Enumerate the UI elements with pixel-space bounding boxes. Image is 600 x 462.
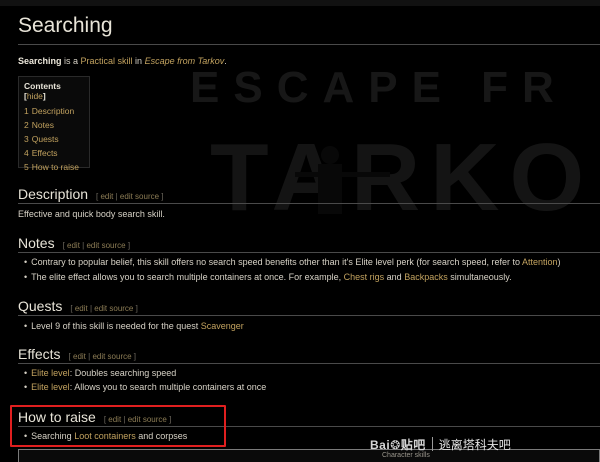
toc-number: 5 (24, 162, 29, 172)
toc-item-description[interactable]: 1 Description (24, 106, 84, 120)
toc-title-label: Contents (24, 81, 61, 91)
description-heading: Description [ edit | edit source ] (18, 186, 164, 202)
highlight-annotation-box (10, 405, 226, 447)
table-of-contents: Contents [hide] 1 Description 2 Notes 3 Que… (18, 76, 90, 172)
notes-bullet-2-and: and (384, 272, 405, 282)
toc-number: 2 (24, 120, 29, 130)
notes-bullet-1-text: Contrary to popular belief, this skill o… (31, 257, 522, 267)
toc-item-quests[interactable]: 3 Quests (24, 134, 84, 148)
toc-item-notes[interactable]: 2 Notes (24, 120, 84, 134)
baidu-tieba-watermark: Bai❂贴吧 逃离塔科夫吧 (370, 432, 511, 456)
notes-divider (18, 252, 600, 253)
page-title: Searching (18, 14, 113, 37)
toc-item-how-to-raise[interactable]: 5 How to raise (24, 162, 84, 176)
toc-label: Description (31, 106, 75, 116)
intro-bold: Searching (18, 56, 62, 66)
toc-hide-link[interactable]: hide (27, 91, 43, 101)
notes-heading: Notes [ edit | edit source ] (18, 235, 130, 251)
elite-level-link[interactable]: Elite level (31, 368, 70, 378)
edit-source-link[interactable]: edit source (120, 192, 159, 201)
intro-text-1: is a (61, 56, 81, 66)
toc-number: 4 (24, 148, 29, 158)
quests-heading-text: Quests (18, 298, 63, 314)
quests-heading: Quests [ edit | edit source ] (18, 298, 138, 314)
toc-label: How to raise (31, 162, 79, 172)
practical-skill-link[interactable]: Practical skill (81, 56, 133, 66)
chest-rigs-link[interactable]: Chest rigs (344, 272, 385, 282)
effects-divider (18, 363, 600, 364)
effects-bullet-2: Elite level: Allows you to search multip… (24, 382, 266, 392)
toc-label: Quests (31, 134, 59, 144)
edit-source-link[interactable]: edit source (92, 352, 131, 361)
edit-source-link[interactable]: edit source (94, 304, 133, 313)
toc-item-effects[interactable]: 4 Effects (24, 148, 84, 162)
toc-number: 1 (24, 106, 29, 116)
toc-label: Effects (31, 148, 58, 158)
notes-bullet-2-text: The elite effect allows you to search mu… (31, 272, 344, 282)
quests-edit-links: [ edit | edit source ] (70, 304, 138, 313)
baidu-logo: Bai❂贴吧 (370, 436, 426, 453)
edit-source-link[interactable]: edit source (86, 241, 125, 250)
background-art-line1: ESCAPE FR (190, 63, 568, 112)
intro-text-3: . (224, 56, 227, 66)
effects-heading-text: Effects (18, 346, 61, 362)
description-heading-text: Description (18, 186, 89, 202)
notes-edit-links: [ edit | edit source ] (62, 241, 131, 250)
paw-icon: ❂ (390, 437, 401, 452)
title-divider (18, 44, 600, 45)
toc-number: 3 (24, 134, 29, 144)
toc-title: Contents [hide] (24, 81, 61, 101)
quests-bullet-1-text: Level 9 of this skill is needed for the … (31, 321, 201, 331)
effects-bullet-1-text: : Doubles searching speed (69, 368, 177, 378)
edit-link[interactable]: edit (67, 241, 80, 250)
character-skills-navbox (18, 449, 600, 462)
baidu-logo-left: Bai (370, 437, 391, 452)
description-text: Effective and quick body search skill. (18, 209, 165, 219)
notes-bullet-1-end: ) (557, 257, 561, 267)
edit-link[interactable]: edit (100, 192, 113, 201)
notes-bullet-1: Contrary to popular belief, this skill o… (24, 257, 561, 267)
watermark-forum-name: 逃离塔科夫吧 (438, 437, 511, 452)
description-divider (18, 203, 600, 204)
background-art-line2: TARKO (210, 124, 594, 231)
effects-heading: Effects [ edit | edit source ] (18, 346, 136, 362)
toc-label: Notes (31, 120, 54, 130)
effects-bullet-1: Elite level: Doubles searching speed (24, 368, 176, 378)
effects-bullet-2-text: : Allows you to search multiple containe… (69, 382, 267, 392)
escape-from-tarkov-link[interactable]: Escape from Tarkov (145, 56, 225, 66)
notes-heading-text: Notes (18, 235, 55, 251)
intro-text-2: in (132, 56, 145, 66)
description-edit-links: [ edit | edit source ] (96, 192, 164, 201)
backpacks-link[interactable]: Backpacks (404, 272, 448, 282)
effects-edit-links: [ edit | edit source ] (68, 352, 137, 361)
watermark-separator (431, 437, 433, 451)
attention-link[interactable]: Attention (522, 257, 558, 267)
edit-link[interactable]: edit (73, 352, 86, 361)
baidu-logo-right: 贴吧 (400, 437, 426, 452)
notes-bullet-2-end: simultaneously. (447, 272, 512, 282)
background-art: ESCAPE FR TARKO (190, 63, 594, 231)
quests-bullet-1: Level 9 of this skill is needed for the … (24, 321, 244, 331)
intro-text: Searching is a Practical skill in Escape… (18, 56, 227, 66)
edit-link[interactable]: edit (75, 304, 88, 313)
quests-divider (18, 315, 600, 316)
notes-bullet-2: The elite effect allows you to search mu… (24, 272, 512, 282)
scavenger-link[interactable]: Scavenger (201, 321, 244, 331)
top-bar (0, 0, 600, 6)
elite-level-link[interactable]: Elite level (31, 382, 70, 392)
